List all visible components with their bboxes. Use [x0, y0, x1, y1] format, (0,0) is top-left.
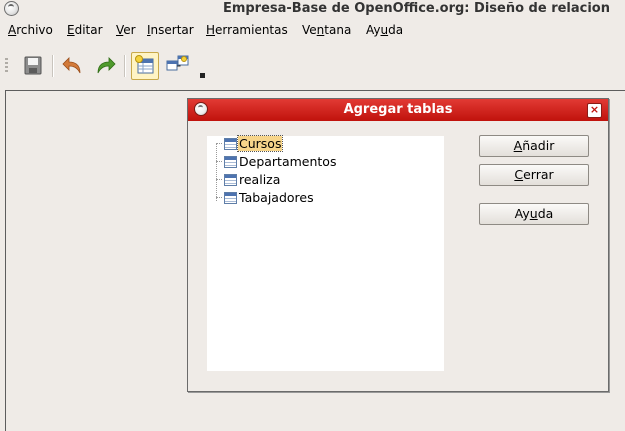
add-tables-dialog: Agregar tablas × Cursos Departamentos re…	[187, 98, 609, 392]
save-icon	[24, 56, 42, 75]
tables-list[interactable]: Cursos Departamentos realiza Tabajadores	[207, 135, 444, 371]
dialog-titlebar[interactable]: Agregar tablas ×	[188, 99, 608, 121]
table-icon	[224, 156, 237, 168]
tree-connector	[216, 143, 217, 201]
new-relation-icon	[166, 55, 189, 71]
menu-ver[interactable]: Ver	[116, 23, 136, 37]
table-name: Tabajadores	[239, 190, 314, 205]
undo-button[interactable]	[60, 53, 86, 79]
toolbar-dropdown-arrow[interactable]	[200, 73, 205, 78]
menu-ventana[interactable]: Ventana	[302, 23, 351, 37]
table-icon	[224, 138, 237, 150]
add-tables-icon	[135, 55, 154, 74]
toolbar-separator	[124, 55, 126, 77]
menu-editar[interactable]: Editar	[67, 23, 103, 37]
table-icon	[224, 192, 237, 204]
toolbar-separator	[52, 55, 54, 77]
redo-icon	[97, 57, 116, 74]
add-tables-button[interactable]	[131, 52, 159, 80]
add-button[interactable]: Añadir	[479, 135, 589, 157]
menu-herramientas[interactable]: Herramientas	[206, 23, 288, 37]
toolbar-grip[interactable]	[5, 58, 8, 74]
save-button[interactable]	[20, 53, 46, 79]
dialog-title: Agregar tablas	[343, 102, 453, 117]
table-name: Departamentos	[239, 154, 337, 169]
window-title: Empresa-Base de OpenOffice.org: Diseño d…	[222, 1, 610, 16]
table-name: Cursos	[236, 135, 284, 152]
menu-ayuda[interactable]: Ayuda	[366, 23, 403, 37]
menu-insertar[interactable]: Insertar	[147, 23, 194, 37]
help-button[interactable]: Ayuda	[479, 203, 589, 225]
close-button[interactable]: Cerrar	[479, 164, 589, 186]
toolbar	[0, 49, 625, 85]
window-titlebar: Empresa-Base de OpenOffice.org: Diseño d…	[0, 0, 625, 19]
redo-button[interactable]	[92, 53, 118, 79]
close-icon: ×	[589, 103, 600, 116]
menu-bar: Archivo Editar Ver Insertar Herramientas…	[0, 20, 625, 42]
undo-icon	[62, 57, 81, 74]
dialog-close-button[interactable]: ×	[587, 103, 602, 118]
new-relation-button[interactable]	[164, 53, 190, 79]
window-menu-icon[interactable]	[4, 1, 19, 16]
table-name: realiza	[239, 172, 281, 187]
menu-archivo[interactable]: Archivo	[8, 23, 53, 37]
table-icon	[224, 174, 237, 186]
